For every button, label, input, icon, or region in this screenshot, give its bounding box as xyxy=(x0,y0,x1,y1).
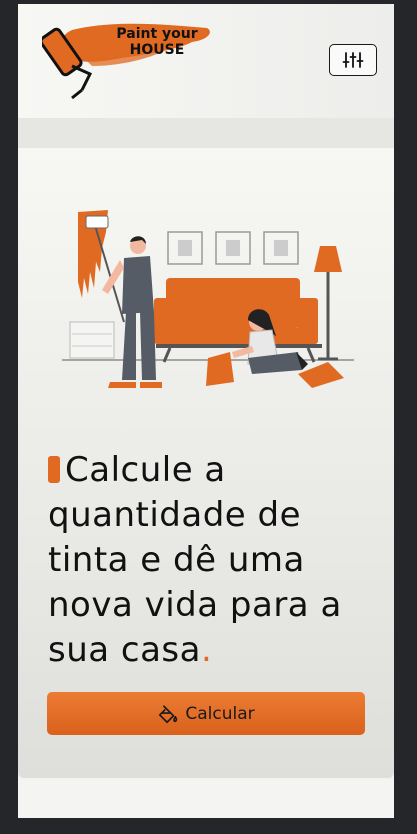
calculate-label: Calcular xyxy=(185,703,255,724)
logo-line1: Paint your xyxy=(116,26,198,42)
app-screen: Paint your HOUSE Calcule a quantidade de… xyxy=(18,4,394,818)
sliders-icon xyxy=(342,52,364,68)
logo-text: Paint your HOUSE xyxy=(102,26,212,58)
paint-bucket-icon xyxy=(159,704,178,723)
header: Paint your HOUSE xyxy=(18,4,394,118)
logo-line2: HOUSE xyxy=(129,42,185,58)
hero-card: Calcule a quantidade de tinta e dê uma n… xyxy=(18,148,394,778)
logo[interactable]: Paint your HOUSE xyxy=(39,18,214,100)
footer-strip xyxy=(18,780,394,818)
headline-accent-period: . xyxy=(200,630,213,670)
accent-bar xyxy=(48,456,60,483)
painting-illustration xyxy=(62,210,354,388)
header-divider xyxy=(18,118,394,148)
headline-text: Calcule a quantidade de tinta e dê uma n… xyxy=(48,450,342,670)
hero-headline: Calcule a quantidade de tinta e dê uma n… xyxy=(48,448,368,673)
calculate-button[interactable]: Calcular xyxy=(47,692,365,735)
menu-button[interactable] xyxy=(329,44,377,76)
